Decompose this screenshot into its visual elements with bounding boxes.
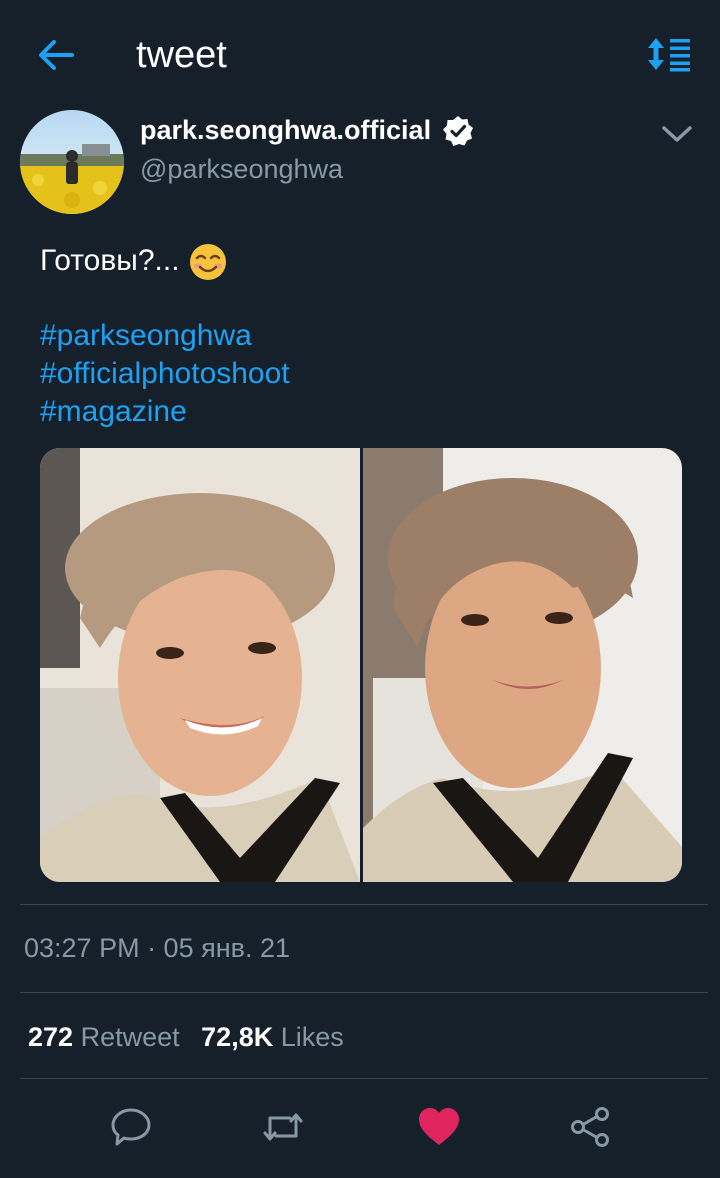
user-handle: @parkseonghwa: [140, 154, 344, 184]
photo-image: [40, 448, 360, 882]
tweet-text: Готовы?...: [40, 244, 180, 277]
avatar-photo: [20, 110, 124, 214]
divider: [20, 992, 708, 993]
heart-icon: [419, 1108, 459, 1145]
share-button[interactable]: [568, 1104, 614, 1150]
display-name[interactable]: park.seonghwa.official: [140, 112, 431, 148]
sort-button[interactable]: [646, 36, 692, 72]
retweet-button[interactable]: [260, 1104, 306, 1150]
retweets-stat[interactable]: 272 Retweet: [28, 1022, 201, 1052]
avatar[interactable]: [20, 110, 124, 214]
tweet-stats: 272 Retweet 72,8K Likes: [28, 1018, 358, 1056]
tweet-timestamp: 03:27 PM · 05 янв. 21: [24, 933, 291, 963]
likes-count: 72,8K: [201, 1022, 274, 1052]
page-title: tweet: [136, 34, 227, 76]
tweet-media: [40, 448, 682, 882]
photo-image: [362, 448, 682, 882]
likes-label: Likes: [280, 1022, 344, 1052]
smiling-face-emoji: [190, 244, 226, 280]
back-button[interactable]: [32, 32, 82, 78]
sort-list-icon: [648, 38, 690, 72]
share-icon: [571, 1107, 609, 1147]
retweets-count: 272: [28, 1022, 74, 1052]
tweet-detail-screen: tweet park.seonghwa.official @parkseongh…: [0, 0, 720, 1178]
likes-stat[interactable]: 72,8K Likes: [201, 1022, 358, 1052]
arrow-left-icon: [39, 40, 74, 70]
tweet-photo-2[interactable]: [362, 448, 682, 882]
hashtag-link[interactable]: #magazine: [40, 393, 187, 431]
reply-icon: [111, 1108, 151, 1146]
divider: [20, 904, 708, 905]
divider: [20, 1078, 708, 1079]
retweet-icon: [263, 1113, 303, 1141]
verified-badge-icon: [443, 116, 473, 146]
reply-button[interactable]: [108, 1104, 154, 1150]
like-button[interactable]: [416, 1104, 462, 1150]
chevron-down-icon: [662, 126, 692, 142]
top-bar: tweet: [0, 0, 720, 110]
more-options-button[interactable]: [656, 118, 698, 150]
hashtag-link[interactable]: #parkseonghwa: [40, 317, 252, 355]
tweet-photo-1[interactable]: [40, 448, 360, 882]
hashtag-link[interactable]: #officialphotoshoot: [40, 355, 290, 393]
retweets-label: Retweet: [80, 1022, 180, 1052]
